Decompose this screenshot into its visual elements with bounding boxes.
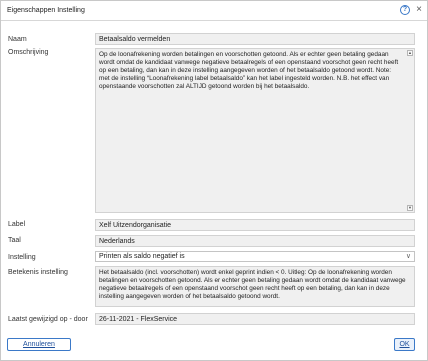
taal-field[interactable]: Nederlands (95, 235, 415, 247)
ok-button[interactable]: OK (394, 338, 415, 351)
naam-label: Naam (8, 36, 27, 43)
scroll-down-icon[interactable]: ▼ (407, 205, 413, 211)
instelling-label: Instelling (8, 254, 36, 261)
help-icon[interactable]: ? (400, 5, 410, 15)
instelling-select[interactable]: Printen als saldo negatief is ∨ (95, 251, 415, 262)
taal-label: Taal (8, 237, 21, 244)
cancel-button[interactable]: Annuleren (7, 338, 71, 351)
label-label: Label (8, 221, 26, 228)
omschrijving-label: Omschrijving (8, 49, 49, 56)
dialog-title: Eigenschappen Instelling (7, 7, 85, 14)
omschrijving-text: Op de loonafrekening worden betalingen e… (99, 51, 399, 90)
ok-button-label: OK (399, 341, 410, 348)
gewijzigd-field: 26-11-2021 - FlexService (95, 313, 415, 325)
chevron-down-icon[interactable]: ∨ (406, 252, 411, 260)
properties-dialog: Eigenschappen Instelling ? × Naam Betaal… (0, 0, 428, 361)
instelling-value: Printen als saldo negatief is (99, 253, 185, 260)
close-icon[interactable]: × (414, 4, 424, 16)
betekenis-textarea[interactable]: Het betaalsaldo (incl. voorschotten) wor… (95, 266, 415, 307)
label-field[interactable]: Xelf Uitzendorganisatie (95, 219, 415, 231)
betekenis-label: Betekenis instelling (8, 269, 68, 276)
title-bar: Eigenschappen Instelling ? × (1, 1, 427, 21)
omschrijving-textarea[interactable]: Op de loonafrekening worden betalingen e… (95, 48, 415, 213)
omschrijving-scrollbar[interactable]: ▲ ▼ (407, 50, 413, 211)
scroll-up-icon[interactable]: ▲ (407, 50, 413, 56)
gewijzigd-label: Laatst gewijzigd op - door (8, 316, 88, 323)
naam-field[interactable]: Betaalsaldo vermelden (95, 33, 415, 45)
cancel-button-label: Annuleren (23, 341, 55, 348)
